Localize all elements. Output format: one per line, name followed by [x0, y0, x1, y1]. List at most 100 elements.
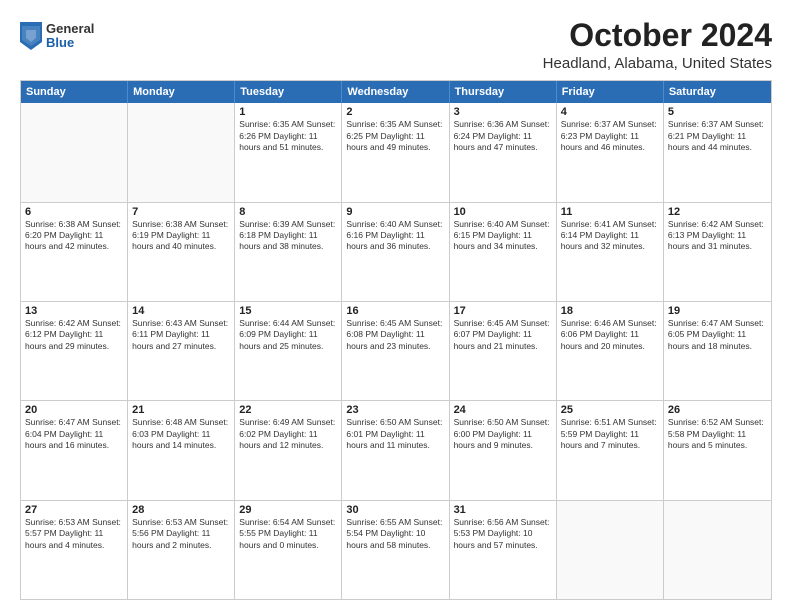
- week-row-4: 27Sunrise: 6:53 AM Sunset: 5:57 PM Dayli…: [21, 500, 771, 599]
- day-number: 13: [25, 305, 123, 317]
- cal-cell: 2Sunrise: 6:35 AM Sunset: 6:25 PM Daylig…: [342, 103, 449, 201]
- cell-info: Sunrise: 6:46 AM Sunset: 6:06 PM Dayligh…: [561, 318, 659, 352]
- header-day-monday: Monday: [128, 81, 235, 103]
- cal-cell: 25Sunrise: 6:51 AM Sunset: 5:59 PM Dayli…: [557, 401, 664, 499]
- header-day-tuesday: Tuesday: [235, 81, 342, 103]
- logo-text: General Blue: [46, 22, 94, 51]
- header: General Blue October 2024 Headland, Alab…: [20, 18, 772, 72]
- cal-cell: 19Sunrise: 6:47 AM Sunset: 6:05 PM Dayli…: [664, 302, 771, 400]
- week-row-3: 20Sunrise: 6:47 AM Sunset: 6:04 PM Dayli…: [21, 400, 771, 499]
- cal-cell: 1Sunrise: 6:35 AM Sunset: 6:26 PM Daylig…: [235, 103, 342, 201]
- cal-cell: 18Sunrise: 6:46 AM Sunset: 6:06 PM Dayli…: [557, 302, 664, 400]
- cal-cell: 26Sunrise: 6:52 AM Sunset: 5:58 PM Dayli…: [664, 401, 771, 499]
- cell-info: Sunrise: 6:36 AM Sunset: 6:24 PM Dayligh…: [454, 119, 552, 153]
- day-number: 25: [561, 404, 659, 416]
- cal-cell: 7Sunrise: 6:38 AM Sunset: 6:19 PM Daylig…: [128, 203, 235, 301]
- cell-info: Sunrise: 6:45 AM Sunset: 6:08 PM Dayligh…: [346, 318, 444, 352]
- cal-cell: 14Sunrise: 6:43 AM Sunset: 6:11 PM Dayli…: [128, 302, 235, 400]
- day-number: 31: [454, 504, 552, 516]
- cell-info: Sunrise: 6:38 AM Sunset: 6:20 PM Dayligh…: [25, 219, 123, 253]
- cal-cell: 17Sunrise: 6:45 AM Sunset: 6:07 PM Dayli…: [450, 302, 557, 400]
- cal-cell: 5Sunrise: 6:37 AM Sunset: 6:21 PM Daylig…: [664, 103, 771, 201]
- week-row-2: 13Sunrise: 6:42 AM Sunset: 6:12 PM Dayli…: [21, 301, 771, 400]
- day-number: 29: [239, 504, 337, 516]
- day-number: 27: [25, 504, 123, 516]
- title-block: October 2024 Headland, Alabama, United S…: [543, 18, 772, 72]
- cell-info: Sunrise: 6:51 AM Sunset: 5:59 PM Dayligh…: [561, 417, 659, 451]
- cal-cell: 31Sunrise: 6:56 AM Sunset: 5:53 PM Dayli…: [450, 501, 557, 599]
- day-number: 8: [239, 206, 337, 218]
- header-day-thursday: Thursday: [450, 81, 557, 103]
- cell-info: Sunrise: 6:39 AM Sunset: 6:18 PM Dayligh…: [239, 219, 337, 253]
- cal-cell: 15Sunrise: 6:44 AM Sunset: 6:09 PM Dayli…: [235, 302, 342, 400]
- cal-cell: 11Sunrise: 6:41 AM Sunset: 6:14 PM Dayli…: [557, 203, 664, 301]
- logo-icon: [20, 22, 42, 50]
- cal-cell: 20Sunrise: 6:47 AM Sunset: 6:04 PM Dayli…: [21, 401, 128, 499]
- cell-info: Sunrise: 6:47 AM Sunset: 6:05 PM Dayligh…: [668, 318, 767, 352]
- cal-cell: 28Sunrise: 6:53 AM Sunset: 5:56 PM Dayli…: [128, 501, 235, 599]
- month-title: October 2024: [543, 18, 772, 53]
- cell-info: Sunrise: 6:48 AM Sunset: 6:03 PM Dayligh…: [132, 417, 230, 451]
- day-number: 1: [239, 106, 337, 118]
- cell-info: Sunrise: 6:42 AM Sunset: 6:12 PM Dayligh…: [25, 318, 123, 352]
- cal-cell: 12Sunrise: 6:42 AM Sunset: 6:13 PM Dayli…: [664, 203, 771, 301]
- cal-cell: 10Sunrise: 6:40 AM Sunset: 6:15 PM Dayli…: [450, 203, 557, 301]
- day-number: 14: [132, 305, 230, 317]
- day-number: 4: [561, 106, 659, 118]
- cell-info: Sunrise: 6:52 AM Sunset: 5:58 PM Dayligh…: [668, 417, 767, 451]
- cell-info: Sunrise: 6:56 AM Sunset: 5:53 PM Dayligh…: [454, 517, 552, 551]
- cal-cell: [664, 501, 771, 599]
- calendar: SundayMondayTuesdayWednesdayThursdayFrid…: [20, 80, 772, 600]
- cell-info: Sunrise: 6:37 AM Sunset: 6:23 PM Dayligh…: [561, 119, 659, 153]
- day-number: 20: [25, 404, 123, 416]
- cal-cell: 29Sunrise: 6:54 AM Sunset: 5:55 PM Dayli…: [235, 501, 342, 599]
- cal-cell: 16Sunrise: 6:45 AM Sunset: 6:08 PM Dayli…: [342, 302, 449, 400]
- cell-info: Sunrise: 6:40 AM Sunset: 6:15 PM Dayligh…: [454, 219, 552, 253]
- day-number: 6: [25, 206, 123, 218]
- day-number: 5: [668, 106, 767, 118]
- location-title: Headland, Alabama, United States: [543, 55, 772, 72]
- page: General Blue October 2024 Headland, Alab…: [0, 0, 792, 612]
- cell-info: Sunrise: 6:45 AM Sunset: 6:07 PM Dayligh…: [454, 318, 552, 352]
- day-number: 3: [454, 106, 552, 118]
- day-number: 9: [346, 206, 444, 218]
- cal-cell: 22Sunrise: 6:49 AM Sunset: 6:02 PM Dayli…: [235, 401, 342, 499]
- cell-info: Sunrise: 6:53 AM Sunset: 5:57 PM Dayligh…: [25, 517, 123, 551]
- cal-cell: 6Sunrise: 6:38 AM Sunset: 6:20 PM Daylig…: [21, 203, 128, 301]
- header-day-sunday: Sunday: [21, 81, 128, 103]
- cell-info: Sunrise: 6:35 AM Sunset: 6:25 PM Dayligh…: [346, 119, 444, 153]
- cal-cell: 27Sunrise: 6:53 AM Sunset: 5:57 PM Dayli…: [21, 501, 128, 599]
- cell-info: Sunrise: 6:37 AM Sunset: 6:21 PM Dayligh…: [668, 119, 767, 153]
- day-number: 18: [561, 305, 659, 317]
- cell-info: Sunrise: 6:40 AM Sunset: 6:16 PM Dayligh…: [346, 219, 444, 253]
- day-number: 2: [346, 106, 444, 118]
- day-number: 30: [346, 504, 444, 516]
- day-number: 28: [132, 504, 230, 516]
- week-row-1: 6Sunrise: 6:38 AM Sunset: 6:20 PM Daylig…: [21, 202, 771, 301]
- logo: General Blue: [20, 22, 94, 51]
- day-number: 26: [668, 404, 767, 416]
- cell-info: Sunrise: 6:50 AM Sunset: 6:00 PM Dayligh…: [454, 417, 552, 451]
- day-number: 16: [346, 305, 444, 317]
- cal-cell: 8Sunrise: 6:39 AM Sunset: 6:18 PM Daylig…: [235, 203, 342, 301]
- calendar-body: 1Sunrise: 6:35 AM Sunset: 6:26 PM Daylig…: [21, 103, 771, 599]
- day-number: 21: [132, 404, 230, 416]
- calendar-header: SundayMondayTuesdayWednesdayThursdayFrid…: [21, 81, 771, 103]
- day-number: 24: [454, 404, 552, 416]
- day-number: 11: [561, 206, 659, 218]
- cell-info: Sunrise: 6:43 AM Sunset: 6:11 PM Dayligh…: [132, 318, 230, 352]
- cell-info: Sunrise: 6:35 AM Sunset: 6:26 PM Dayligh…: [239, 119, 337, 153]
- cal-cell: 9Sunrise: 6:40 AM Sunset: 6:16 PM Daylig…: [342, 203, 449, 301]
- cal-cell: 13Sunrise: 6:42 AM Sunset: 6:12 PM Dayli…: [21, 302, 128, 400]
- cal-cell: 24Sunrise: 6:50 AM Sunset: 6:00 PM Dayli…: [450, 401, 557, 499]
- day-number: 23: [346, 404, 444, 416]
- cal-cell: 3Sunrise: 6:36 AM Sunset: 6:24 PM Daylig…: [450, 103, 557, 201]
- cell-info: Sunrise: 6:50 AM Sunset: 6:01 PM Dayligh…: [346, 417, 444, 451]
- header-day-friday: Friday: [557, 81, 664, 103]
- day-number: 19: [668, 305, 767, 317]
- cal-cell: [128, 103, 235, 201]
- day-number: 10: [454, 206, 552, 218]
- cal-cell: [557, 501, 664, 599]
- cell-info: Sunrise: 6:38 AM Sunset: 6:19 PM Dayligh…: [132, 219, 230, 253]
- cell-info: Sunrise: 6:47 AM Sunset: 6:04 PM Dayligh…: [25, 417, 123, 451]
